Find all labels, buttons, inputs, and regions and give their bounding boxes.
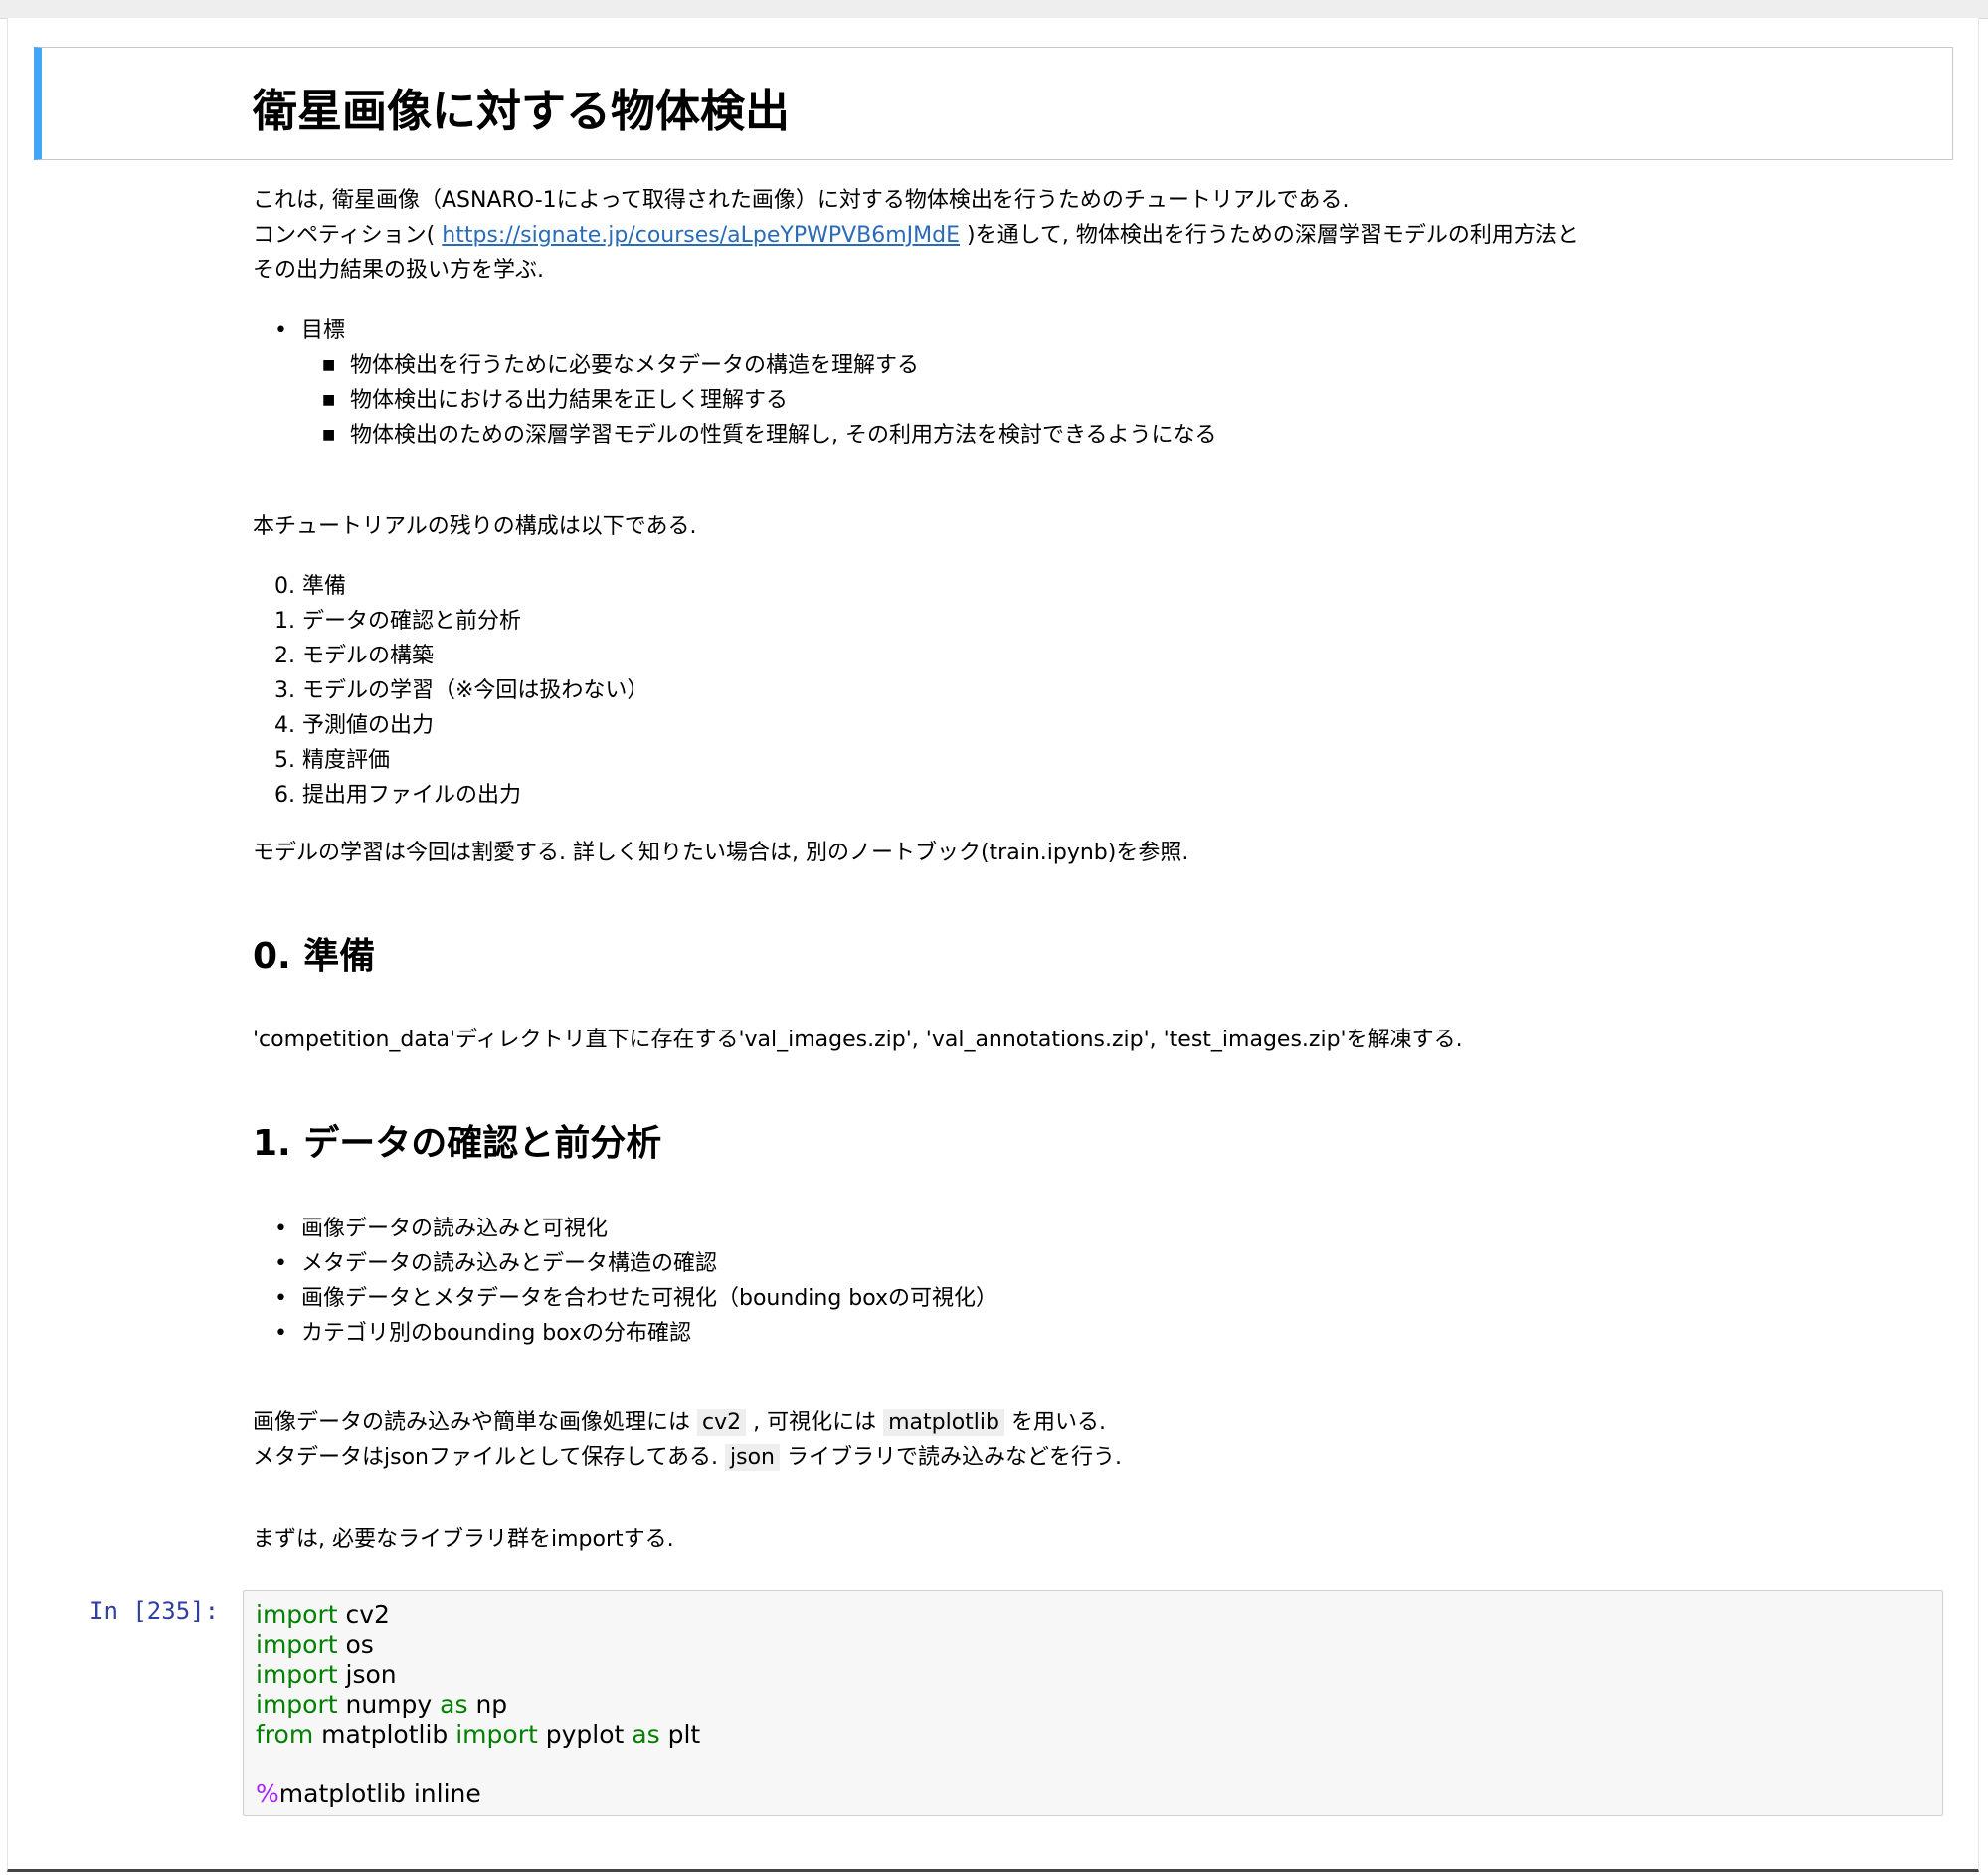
structure-item: 2. モデルの構築 bbox=[274, 644, 434, 668]
code-text: json bbox=[337, 1660, 397, 1689]
section-1-bullet: 画像データの読み込みと可視化 bbox=[301, 1217, 609, 1241]
magic-symbol: % bbox=[256, 1780, 279, 1808]
structure-item: 0. 準備 bbox=[274, 574, 346, 599]
intro-line-2: コンペティション( https://signate.jp/courses/aLp… bbox=[253, 218, 1579, 253]
code-line-7: %matplotlib inline bbox=[256, 1780, 481, 1809]
text-span: ライブラリで読み込みなどを行う. bbox=[779, 1445, 1122, 1470]
section-heading-1: 1. データの確認と前分析 bbox=[253, 1123, 662, 1164]
bullet-square: ■ bbox=[322, 427, 336, 443]
goal-item: 物体検出における出力結果を正しく理解する bbox=[350, 388, 789, 413]
code-text: np bbox=[467, 1690, 508, 1719]
intro-line-2-prefix: コンペティション( bbox=[253, 223, 443, 248]
goal-item: 物体検出を行うために必要なメタデータの構造を理解する bbox=[350, 353, 920, 378]
structure-item: 4. 予測値の出力 bbox=[274, 713, 434, 738]
section-1-bullet: 画像データとメタデータを合わせた可視化（bounding boxの可視化） bbox=[301, 1286, 998, 1311]
keyword: import bbox=[455, 1720, 538, 1749]
structure-note: モデルの学習は今回は割愛する. 詳しく知りたい場合は, 別のノートブック(tra… bbox=[253, 841, 1189, 865]
code-text: numpy bbox=[337, 1690, 441, 1719]
keyword: import bbox=[256, 1660, 338, 1689]
structure-intro: 本チュートリアルの残りの構成は以下である. bbox=[253, 514, 697, 539]
structure-item: 5. 精度評価 bbox=[274, 748, 390, 773]
keyword: import bbox=[256, 1690, 338, 1719]
structure-item: 1. データの確認と前分析 bbox=[274, 609, 521, 634]
text-span: メタデータはjsonファイルとして保存してある. bbox=[253, 1445, 725, 1470]
code-line-2: import os bbox=[256, 1630, 374, 1660]
structure-item: 3. モデルの学習（※今回は扱わない） bbox=[274, 678, 649, 703]
inline-code-cv2: cv2 bbox=[697, 1409, 747, 1436]
code-line-5: from matplotlib import pyplot as plt bbox=[256, 1720, 700, 1750]
bullet-disc: • bbox=[274, 1217, 287, 1241]
page-title: 衛星画像に対する物体検出 bbox=[253, 85, 791, 137]
code-cell-prompt: In [235]: bbox=[90, 1597, 220, 1625]
code-line-3: import json bbox=[256, 1660, 397, 1690]
text-span: を用いる. bbox=[1004, 1410, 1106, 1435]
intro-line-2-suffix: )を通して, 物体検出を行うための深層学習モデルの利用方法と bbox=[960, 223, 1579, 248]
competition-link[interactable]: https://signate.jp/courses/aLpeYPWPVB6mJ… bbox=[442, 223, 960, 248]
keyword: import bbox=[256, 1630, 338, 1659]
section-1-paragraph-2: メタデータはjsonファイルとして保存してある. json ライブラリで読み込み… bbox=[253, 1440, 1122, 1475]
keyword: import bbox=[256, 1600, 338, 1629]
section-1-paragraph-3: まずは, 必要なライブラリ群をimportする. bbox=[253, 1527, 674, 1552]
section-0-text: 'competition_data'ディレクトリ直下に存在する'val_imag… bbox=[253, 1028, 1463, 1052]
code-text: matplotlib bbox=[313, 1720, 456, 1749]
code-text: cv2 bbox=[337, 1600, 390, 1629]
bullet-square: ■ bbox=[322, 392, 336, 408]
bullet-disc: • bbox=[274, 318, 287, 343]
goal-item: 物体検出のための深層学習モデルの性質を理解し, その利用方法を検討できるようにな… bbox=[350, 423, 1217, 448]
inline-code-json: json bbox=[725, 1444, 780, 1471]
section-heading-0: 0. 準備 bbox=[253, 936, 376, 977]
goals-label: 目標 bbox=[301, 318, 346, 343]
bullet-disc: • bbox=[274, 1286, 287, 1311]
bullet-square: ■ bbox=[322, 357, 336, 373]
section-1-paragraph-1: 画像データの読み込みや簡単な画像処理には cv2 , 可視化には matplot… bbox=[253, 1406, 1106, 1440]
intro-line-3: その出力結果の扱い方を学ぶ. bbox=[253, 258, 544, 282]
text-span: 画像データの読み込みや簡単な画像処理には bbox=[253, 1410, 697, 1435]
code-text: matplotlib inline bbox=[278, 1780, 481, 1808]
code-line-1: import cv2 bbox=[256, 1600, 390, 1630]
code-line-4: import numpy as np bbox=[256, 1690, 507, 1720]
section-1-bullet: メタデータの読み込みとデータ構造の確認 bbox=[301, 1251, 718, 1276]
code-text: os bbox=[337, 1630, 374, 1659]
code-text: pyplot bbox=[537, 1720, 633, 1749]
inline-code-matplotlib: matplotlib bbox=[883, 1409, 1004, 1436]
intro-line-1: これは, 衛星画像（ASNARO-1によって取得された画像）に対する物体検出を行… bbox=[253, 188, 1350, 213]
code-cell-input[interactable]: import cv2 import os import json import … bbox=[243, 1590, 1943, 1816]
keyword: as bbox=[440, 1690, 468, 1719]
keyword: as bbox=[632, 1720, 660, 1749]
code-text: plt bbox=[659, 1720, 701, 1749]
structure-item: 6. 提出用ファイルの出力 bbox=[274, 783, 521, 808]
window-top-bar bbox=[0, 0, 1988, 19]
text-span: , 可視化には bbox=[746, 1410, 884, 1435]
keyword: from bbox=[256, 1720, 314, 1749]
section-1-bullet: カテゴリ別のbounding boxの分布確認 bbox=[301, 1321, 692, 1346]
bullet-disc: • bbox=[274, 1251, 287, 1276]
bullet-disc: • bbox=[274, 1321, 287, 1346]
